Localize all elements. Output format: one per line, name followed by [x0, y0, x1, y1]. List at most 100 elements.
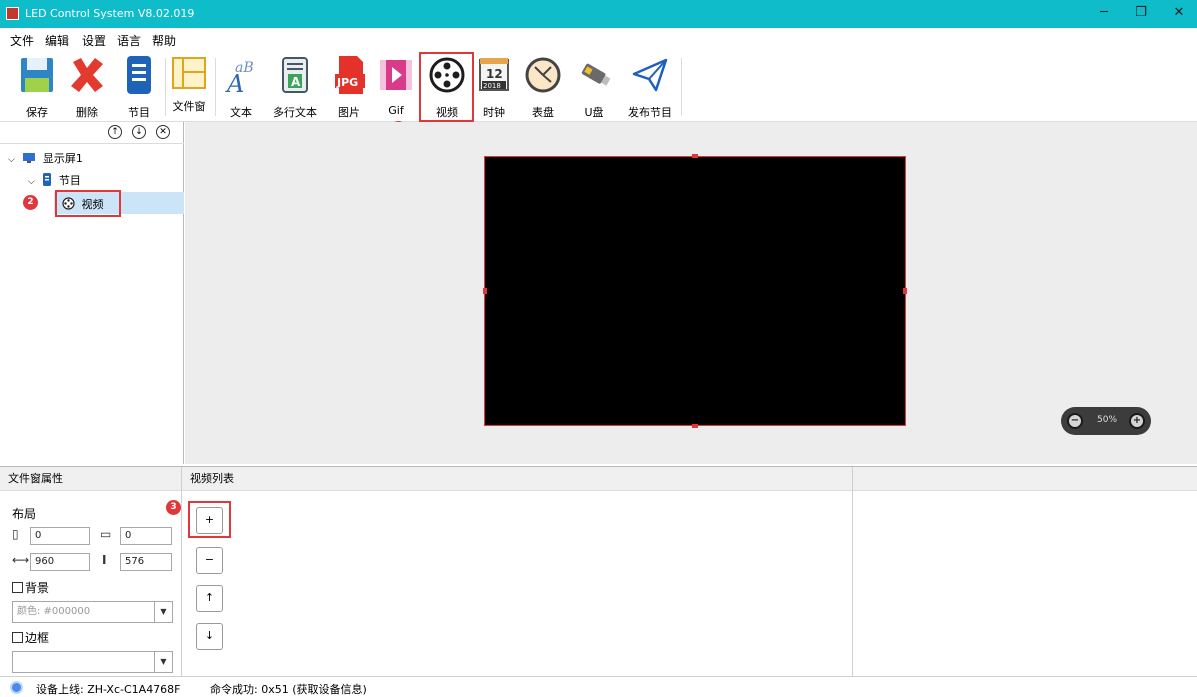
resize-handle-bottom[interactable]: [692, 424, 698, 428]
image-button[interactable]: JPG 图片: [326, 50, 372, 120]
clock-icon: 122018: [479, 58, 509, 91]
save-button[interactable]: 保存: [14, 50, 60, 120]
color-value: 颜色: #000000: [17, 606, 91, 617]
menu-language[interactable]: 语言: [117, 32, 141, 49]
remove-button[interactable]: ✕: [156, 125, 170, 139]
menu-edit[interactable]: 编辑: [45, 32, 69, 49]
bottom-panels: 文件窗属性 视频列表 布局 ▯ 0 ▭ 0 ⟷ 960 I 576 背景 颜色:…: [0, 466, 1197, 676]
x-position-field[interactable]: 0: [30, 527, 90, 545]
multiline-text-icon: A: [282, 57, 308, 93]
toolbar-separator: [215, 58, 216, 116]
window-title: LED Control System V8.02.019: [25, 7, 195, 20]
panel-divider: [852, 467, 853, 676]
image-icon: JPG: [335, 56, 365, 94]
program-icon: [127, 56, 151, 94]
height-field[interactable]: 576: [120, 553, 172, 571]
device-status-text: 设备上线: ZH-Xc-C1A4768F: [36, 683, 181, 696]
video-list[interactable]: [234, 492, 852, 676]
zoom-control: − 50% +: [1061, 407, 1151, 435]
border-select[interactable]: ▼: [12, 651, 173, 673]
zoom-in-icon[interactable]: +: [1129, 413, 1145, 429]
tree-node-program[interactable]: ⌵ 节目: [28, 172, 81, 188]
command-status-text: 命令成功: 0x51 (获取设备信息): [210, 683, 367, 696]
background-label: 背景: [25, 581, 50, 595]
menu-help[interactable]: 帮助: [152, 32, 176, 49]
led-screen-preview[interactable]: [484, 156, 906, 426]
x-position-icon: ▯: [12, 527, 19, 541]
tree-node-program-label: 节目: [58, 174, 81, 187]
title-bar: LED Control System V8.02.019 ─ ❐ ✕: [0, 0, 1197, 28]
menu-settings[interactable]: 设置: [82, 32, 106, 49]
menu-file[interactable]: 文件: [10, 32, 34, 49]
zoom-level: 50%: [1097, 415, 1118, 425]
height-icon: I: [102, 553, 107, 567]
program-icon: [43, 173, 52, 186]
minimize-button[interactable]: ─: [1095, 4, 1113, 22]
border-label: 边框: [25, 631, 50, 645]
publish-icon: [632, 58, 668, 92]
publish-button[interactable]: 发布节目: [622, 50, 678, 120]
annotation-badge-2: 2: [23, 195, 38, 210]
restore-button[interactable]: ❐: [1132, 4, 1150, 22]
video-list-header: 视频列表: [182, 467, 852, 491]
move-video-up-button[interactable]: ↑: [196, 585, 223, 612]
svg-text:A: A: [291, 75, 301, 89]
tree-node-screen[interactable]: ⌵ 显示屏1: [8, 150, 83, 166]
toolbar: 保存 删除 节目 文件窗 aB A 文本 A 多行文本 JPG 图片 Gif 视频: [0, 50, 1197, 122]
color-select[interactable]: 颜色: #000000 ▼: [12, 601, 173, 623]
usb-icon: [581, 63, 611, 86]
toolbar-separator: [681, 58, 682, 116]
status-bar: 设备上线: ZH-Xc-C1A4768F 命令成功: 0x51 (获取设备信息): [0, 676, 1197, 697]
preview-canvas[interactable]: − 50% +: [185, 122, 1197, 464]
dropdown-arrow-icon[interactable]: ▼: [154, 602, 172, 622]
save-icon: [21, 58, 53, 92]
layout-label: 布局: [12, 507, 37, 521]
program-button[interactable]: 节目: [116, 50, 162, 120]
gif-icon: [380, 60, 412, 90]
move-video-down-button[interactable]: ↓: [196, 623, 223, 650]
clock-button[interactable]: 12 2018 时钟: [474, 50, 514, 120]
app-logo-icon: [6, 7, 19, 20]
checkbox-box[interactable]: [12, 582, 23, 593]
dial-button[interactable]: 表盘: [520, 50, 566, 120]
highlight-video-button: [419, 52, 474, 122]
usb-button[interactable]: U盘: [572, 50, 616, 120]
chevron-down-icon[interactable]: ⌵: [28, 177, 35, 187]
program-tree-panel: ↑ ↓ ✕ ⌵ 显示屏1 ⌵ 节目 视频: [0, 122, 184, 464]
background-checkbox[interactable]: 背景: [12, 579, 49, 596]
move-down-button[interactable]: ↓: [132, 125, 146, 139]
remove-video-button[interactable]: −: [196, 547, 223, 574]
monitor-icon: [23, 153, 36, 163]
tree-toolbar: ↑ ↓ ✕: [0, 122, 184, 144]
file-window-icon: [172, 57, 206, 89]
chevron-down-icon[interactable]: ⌵: [8, 155, 15, 165]
menu-bar: 文件 编辑 设置 语言 帮助: [0, 28, 1197, 50]
move-up-button[interactable]: ↑: [108, 125, 122, 139]
y-position-icon: ▭: [100, 527, 112, 541]
border-checkbox[interactable]: 边框: [12, 629, 49, 646]
file-window-button[interactable]: 文件窗: [166, 50, 212, 120]
tree-node-screen-label: 显示屏1: [42, 152, 83, 165]
width-field[interactable]: 960: [30, 553, 90, 571]
delete-button[interactable]: 删除: [64, 50, 110, 120]
close-button[interactable]: ✕: [1170, 4, 1188, 22]
dropdown-arrow-icon[interactable]: ▼: [154, 652, 172, 672]
checkbox-box[interactable]: [12, 632, 23, 643]
resize-handle-left[interactable]: [483, 288, 487, 294]
zoom-out-icon[interactable]: −: [1067, 413, 1083, 429]
multiline-text-button[interactable]: A 多行文本: [268, 50, 322, 120]
annotation-badge-3: 3: [166, 500, 181, 515]
highlight-add-button: [188, 501, 231, 538]
y-position-field[interactable]: 0: [120, 527, 172, 545]
right-panel-header: [853, 467, 1197, 491]
delete-icon: [71, 58, 103, 92]
device-status-icon: [10, 681, 23, 694]
resize-handle-right[interactable]: [903, 288, 907, 294]
highlight-video-node: [55, 190, 121, 217]
resize-handle-top[interactable]: [692, 154, 698, 158]
width-icon: ⟷: [12, 553, 30, 567]
gif-button[interactable]: Gif: [374, 50, 418, 120]
panel-divider: [181, 467, 182, 676]
text-button[interactable]: aB A 文本: [218, 50, 264, 120]
svg-text:2018: 2018: [483, 82, 501, 90]
